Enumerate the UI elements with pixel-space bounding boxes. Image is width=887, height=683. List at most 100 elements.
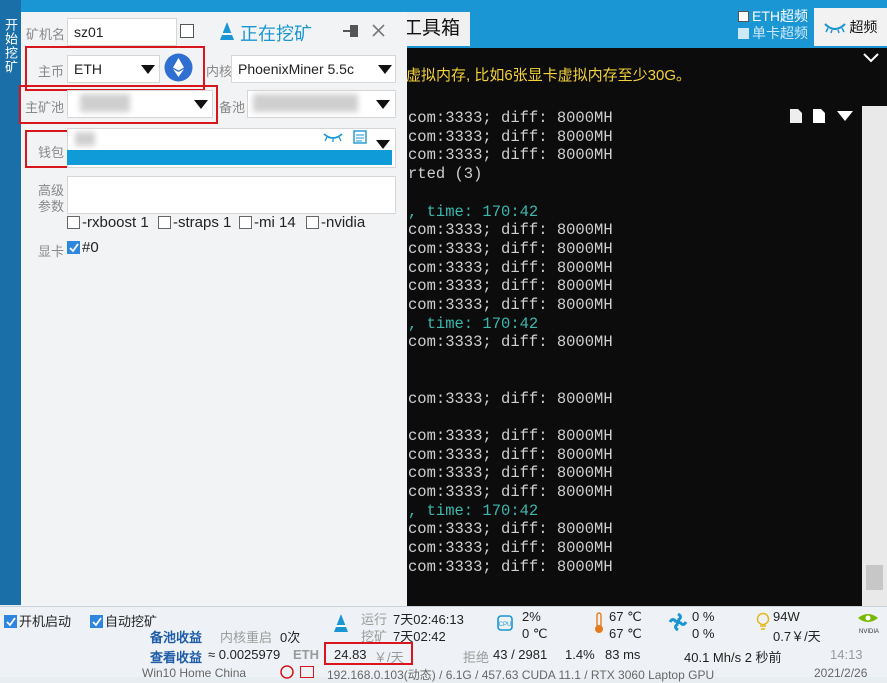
automine-checkbox[interactable] bbox=[90, 615, 103, 628]
terminal-line: com:3333; diff: 8000MH bbox=[408, 464, 613, 483]
fan-icon bbox=[668, 612, 688, 632]
pin-doc-icon[interactable] bbox=[789, 108, 803, 124]
kernel-restart-label: 内核重启 bbox=[220, 630, 273, 645]
start-mining-strip[interactable] bbox=[0, 0, 21, 605]
wallet-redacted bbox=[75, 132, 95, 146]
system-info: Win10 Home China bbox=[142, 666, 247, 680]
automine-option[interactable]: 自动挖矿 bbox=[90, 611, 157, 630]
mi-label: -mi 14 bbox=[254, 214, 296, 231]
advanced-params-input[interactable] bbox=[67, 176, 396, 214]
ethereum-icon bbox=[164, 53, 193, 82]
income-eth-unit: ETH bbox=[293, 647, 319, 662]
overclock-button-label: 超频 bbox=[849, 19, 878, 35]
start-mining-label[interactable]: 开始挖矿 bbox=[2, 18, 20, 74]
single-card-checkbox[interactable] bbox=[738, 28, 749, 39]
gpu-item[interactable]: #0 bbox=[67, 239, 99, 256]
chevron-down-icon[interactable] bbox=[862, 52, 880, 64]
advanced-label-line2: 参数 bbox=[38, 199, 65, 214]
document-icon[interactable] bbox=[812, 108, 826, 124]
terminal-line: com:3333; diff: 8000MH bbox=[408, 258, 613, 277]
autostart-checkbox[interactable] bbox=[4, 615, 17, 628]
rxboost-checkbox[interactable] bbox=[67, 216, 80, 229]
option-rxboost[interactable]: -rxboost 1 bbox=[67, 214, 149, 231]
main-pool-dropdown-icon[interactable] bbox=[194, 100, 208, 109]
terminal-line: com:3333; diff: 8000MH bbox=[408, 277, 613, 296]
terminal-line: com:3333; diff: 8000MH bbox=[408, 426, 613, 445]
overclock-button[interactable]: 超频 bbox=[814, 8, 887, 46]
mining-icon bbox=[334, 614, 348, 632]
terminal-line: com:3333; diff: 8000MH bbox=[408, 221, 613, 240]
terminal-line: , time: 170:42 bbox=[408, 501, 539, 520]
option-nvidia[interactable]: -nvidia bbox=[306, 214, 365, 231]
terminal-line: com:3333; diff: 8000MH bbox=[408, 239, 613, 258]
main-pool-label: 主矿池 bbox=[25, 100, 65, 115]
scrollbar-thumb[interactable] bbox=[866, 565, 883, 590]
gpu-temp-1: 67 ℃ bbox=[609, 609, 642, 624]
reject-percent: 1.4% bbox=[565, 647, 595, 662]
mi-checkbox[interactable] bbox=[239, 216, 252, 229]
coin-dropdown-icon[interactable] bbox=[141, 65, 155, 74]
cpu-icon: CPU bbox=[497, 615, 513, 631]
terminal-scrollbar[interactable] bbox=[862, 106, 887, 608]
feedback-icon[interactable] bbox=[300, 666, 314, 678]
income-cny-unit: ￥/天 bbox=[374, 650, 404, 665]
nvidia-checkbox[interactable] bbox=[306, 216, 319, 229]
svg-text:CPU: CPU bbox=[499, 622, 512, 628]
mine-value: 7天02:42 bbox=[393, 629, 446, 644]
nvidia-label: -nvidia bbox=[321, 214, 366, 231]
eye-icon bbox=[823, 23, 846, 34]
wallet-value-bar bbox=[67, 150, 392, 165]
eth-overclock-checkbox[interactable] bbox=[738, 11, 749, 22]
help-icon[interactable] bbox=[280, 665, 294, 679]
close-icon[interactable] bbox=[372, 24, 385, 37]
backup-pool-dropdown-icon[interactable] bbox=[376, 100, 390, 109]
mining-status-title: 正在挖矿 bbox=[240, 24, 312, 44]
kernel-value: PhoenixMiner 5.5c bbox=[238, 61, 354, 77]
check-icon bbox=[6, 617, 16, 627]
wallet-dropdown-icon[interactable] bbox=[376, 140, 390, 149]
kernel-select[interactable]: PhoenixMiner 5.5c bbox=[231, 55, 396, 83]
single-card-overclock-option[interactable]: 单卡超频 bbox=[738, 25, 808, 42]
straps-checkbox[interactable] bbox=[158, 216, 171, 229]
backup-income-link[interactable]: 备池收益 bbox=[150, 627, 202, 646]
cpu-temp: 0 ℃ bbox=[522, 626, 548, 641]
eth-overclock-option[interactable]: ETH超频 bbox=[738, 8, 808, 25]
eye-icon[interactable] bbox=[323, 132, 343, 142]
terminal-line: , time: 170:42 bbox=[408, 314, 539, 333]
reject-label: 拒绝 bbox=[463, 650, 490, 665]
kernel-restart-value: 0次 bbox=[280, 630, 301, 645]
kernel-dropdown-icon[interactable] bbox=[378, 65, 392, 74]
view-income-link[interactable]: 查看收益 bbox=[150, 647, 202, 666]
power-value: 94W bbox=[773, 609, 800, 624]
terminal-line: com:3333; diff: 8000MH bbox=[408, 109, 613, 127]
check-icon bbox=[92, 617, 102, 627]
fan-speed-1: 0 % bbox=[692, 609, 715, 624]
autostart-option[interactable]: 开机启动 bbox=[4, 611, 71, 630]
income-cny-value: 24.83 bbox=[334, 647, 367, 662]
terminal-line: com:3333; diff: 8000MH bbox=[408, 539, 613, 558]
network-gpu-info: 192.168.0.103(动态) / 6.1G / 457.63 CUDA 1… bbox=[327, 668, 715, 682]
coin-value: ETH bbox=[74, 61, 102, 77]
gpu-checkbox[interactable] bbox=[67, 241, 80, 254]
coin-label: 主币 bbox=[38, 64, 65, 79]
terminal-line: , time: 170:42 bbox=[408, 202, 539, 221]
terminal-line: com:3333; diff: 8000MH bbox=[408, 389, 613, 408]
latency-value: 83 ms bbox=[605, 647, 641, 662]
terminal-line: com:3333; diff: 8000MH bbox=[408, 520, 613, 539]
straps-label: -straps 1 bbox=[173, 214, 232, 231]
miner-name-input[interactable]: sz01 bbox=[67, 18, 177, 46]
miner-name-checkbox[interactable] bbox=[180, 24, 194, 38]
option-straps[interactable]: -straps 1 bbox=[158, 214, 231, 231]
income-eth-value: ≈ 0.0025979 bbox=[208, 647, 281, 662]
pin-icon[interactable] bbox=[341, 24, 363, 38]
clock-time: 14:13 bbox=[830, 647, 863, 662]
virtual-memory-notice: 虚拟内存, 比如6张显卡虚拟内存至少30G。 bbox=[406, 67, 692, 84]
dropdown-triangle-icon[interactable] bbox=[836, 110, 854, 122]
wallet-list-icon[interactable] bbox=[353, 130, 367, 144]
option-mi[interactable]: -mi 14 bbox=[239, 214, 296, 231]
kernel-label: 内核 bbox=[206, 64, 233, 79]
terminal-line: com:3333; diff: 8000MH bbox=[408, 296, 613, 314]
check-icon bbox=[69, 243, 79, 253]
svg-text:NVIDIA: NVIDIA bbox=[859, 629, 879, 635]
wallet-label: 钱包 bbox=[38, 145, 65, 160]
